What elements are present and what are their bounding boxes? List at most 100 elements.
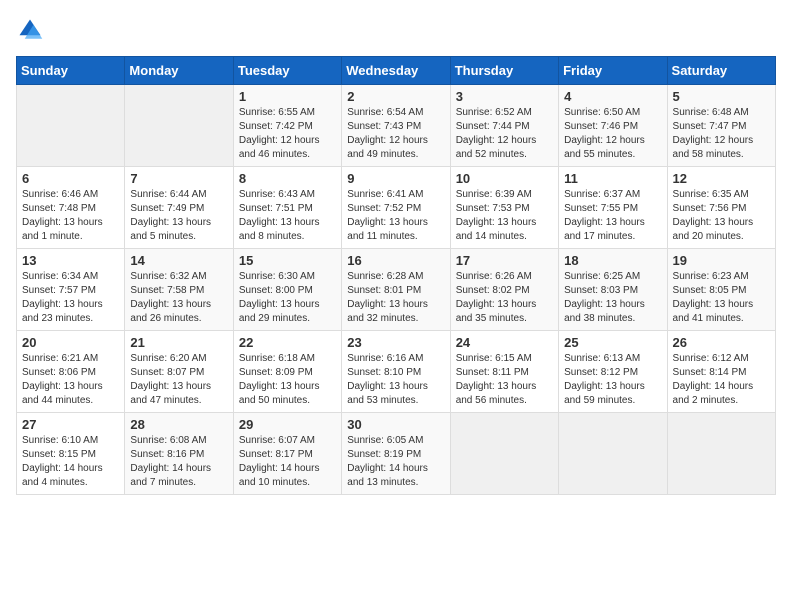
calendar-cell: 13 Sunrise: 6:34 AMSunset: 7:57 PMDayligh… (17, 249, 125, 331)
day-info: Sunrise: 6:26 AMSunset: 8:02 PMDaylight:… (456, 270, 553, 326)
calendar-table: SundayMondayTuesdayWednesdayThursdayFrid… (16, 56, 776, 495)
calendar-cell: 15 Sunrise: 6:30 AMSunset: 8:00 PMDayligh… (233, 249, 341, 331)
day-info: Sunrise: 6:34 AMSunset: 7:57 PMDaylight:… (22, 270, 119, 326)
day-number: 23 (347, 335, 444, 350)
calendar-cell (450, 413, 558, 495)
calendar-cell: 23 Sunrise: 6:16 AMSunset: 8:10 PMDayligh… (342, 331, 450, 413)
day-number: 14 (130, 253, 227, 268)
calendar-cell: 16 Sunrise: 6:28 AMSunset: 8:01 PMDayligh… (342, 249, 450, 331)
day-number: 12 (673, 171, 770, 186)
day-info: Sunrise: 6:21 AMSunset: 8:06 PMDaylight:… (22, 352, 119, 408)
calendar-week-5: 27 Sunrise: 6:10 AMSunset: 8:15 PMDayligh… (17, 413, 776, 495)
day-info: Sunrise: 6:25 AMSunset: 8:03 PMDaylight:… (564, 270, 661, 326)
calendar-cell: 28 Sunrise: 6:08 AMSunset: 8:16 PMDayligh… (125, 413, 233, 495)
day-number: 18 (564, 253, 661, 268)
day-number: 10 (456, 171, 553, 186)
day-number: 2 (347, 89, 444, 104)
calendar-week-1: 1 Sunrise: 6:55 AMSunset: 7:42 PMDaylight… (17, 85, 776, 167)
column-header-monday: Monday (125, 57, 233, 85)
day-info: Sunrise: 6:30 AMSunset: 8:00 PMDaylight:… (239, 270, 336, 326)
column-header-saturday: Saturday (667, 57, 775, 85)
day-info: Sunrise: 6:46 AMSunset: 7:48 PMDaylight:… (22, 188, 119, 244)
day-number: 6 (22, 171, 119, 186)
day-info: Sunrise: 6:08 AMSunset: 8:16 PMDaylight:… (130, 434, 227, 490)
day-info: Sunrise: 6:07 AMSunset: 8:17 PMDaylight:… (239, 434, 336, 490)
day-number: 27 (22, 417, 119, 432)
calendar-cell: 5 Sunrise: 6:48 AMSunset: 7:47 PMDaylight… (667, 85, 775, 167)
calendar-cell: 22Sunrise: 6:18 AMSunset: 8:09 PMDayligh… (233, 331, 341, 413)
day-number: 5 (673, 89, 770, 104)
calendar-cell: 18 Sunrise: 6:25 AMSunset: 8:03 PMDayligh… (559, 249, 667, 331)
calendar-cell: 30 Sunrise: 6:05 AMSunset: 8:19 PMDayligh… (342, 413, 450, 495)
day-info: Sunrise: 6:05 AMSunset: 8:19 PMDaylight:… (347, 434, 444, 490)
day-info: Sunrise: 6:43 AMSunset: 7:51 PMDaylight:… (239, 188, 336, 244)
calendar-cell: 21 Sunrise: 6:20 AMSunset: 8:07 PMDayligh… (125, 331, 233, 413)
calendar-cell: 29 Sunrise: 6:07 AMSunset: 8:17 PMDayligh… (233, 413, 341, 495)
calendar-cell (125, 85, 233, 167)
calendar-cell: 12Sunrise: 6:35 AMSunset: 7:56 PMDayligh… (667, 167, 775, 249)
day-number: 30 (347, 417, 444, 432)
calendar-body: 1 Sunrise: 6:55 AMSunset: 7:42 PMDaylight… (17, 85, 776, 495)
day-number: 24 (456, 335, 553, 350)
calendar-week-2: 6 Sunrise: 6:46 AMSunset: 7:48 PMDaylight… (17, 167, 776, 249)
calendar-cell: 10 Sunrise: 6:39 AMSunset: 7:53 PMDayligh… (450, 167, 558, 249)
column-header-wednesday: Wednesday (342, 57, 450, 85)
calendar-cell: 20 Sunrise: 6:21 AMSunset: 8:06 PMDayligh… (17, 331, 125, 413)
day-number: 19 (673, 253, 770, 268)
day-info: Sunrise: 6:28 AMSunset: 8:01 PMDaylight:… (347, 270, 444, 326)
calendar-cell: 3 Sunrise: 6:52 AMSunset: 7:44 PMDaylight… (450, 85, 558, 167)
column-header-tuesday: Tuesday (233, 57, 341, 85)
calendar-week-4: 20 Sunrise: 6:21 AMSunset: 8:06 PMDayligh… (17, 331, 776, 413)
calendar-cell (17, 85, 125, 167)
calendar-week-3: 13 Sunrise: 6:34 AMSunset: 7:57 PMDayligh… (17, 249, 776, 331)
calendar-cell: 8 Sunrise: 6:43 AMSunset: 7:51 PMDaylight… (233, 167, 341, 249)
day-info: Sunrise: 6:37 AMSunset: 7:55 PMDaylight:… (564, 188, 661, 244)
column-header-thursday: Thursday (450, 57, 558, 85)
column-header-friday: Friday (559, 57, 667, 85)
day-info: Sunrise: 6:55 AMSunset: 7:42 PMDaylight:… (239, 106, 336, 162)
day-number: 21 (130, 335, 227, 350)
logo (16, 16, 48, 44)
day-info: Sunrise: 6:32 AMSunset: 7:58 PMDaylight:… (130, 270, 227, 326)
calendar-cell: 26Sunrise: 6:12 AMSunset: 8:14 PMDayligh… (667, 331, 775, 413)
day-number: 26 (673, 335, 770, 350)
calendar-cell: 25Sunrise: 6:13 AMSunset: 8:12 PMDayligh… (559, 331, 667, 413)
day-info: Sunrise: 6:41 AMSunset: 7:52 PMDaylight:… (347, 188, 444, 244)
day-number: 28 (130, 417, 227, 432)
day-info: Sunrise: 6:48 AMSunset: 7:47 PMDaylight:… (673, 106, 770, 162)
day-number: 22 (239, 335, 336, 350)
day-number: 7 (130, 171, 227, 186)
calendar-cell: 19 Sunrise: 6:23 AMSunset: 8:05 PMDayligh… (667, 249, 775, 331)
day-number: 29 (239, 417, 336, 432)
day-number: 17 (456, 253, 553, 268)
calendar-cell: 27 Sunrise: 6:10 AMSunset: 8:15 PMDayligh… (17, 413, 125, 495)
day-info: Sunrise: 6:23 AMSunset: 8:05 PMDaylight:… (673, 270, 770, 326)
calendar-cell: 2 Sunrise: 6:54 AMSunset: 7:43 PMDaylight… (342, 85, 450, 167)
day-number: 20 (22, 335, 119, 350)
day-info: Sunrise: 6:16 AMSunset: 8:10 PMDaylight:… (347, 352, 444, 408)
calendar-cell (667, 413, 775, 495)
calendar-header: SundayMondayTuesdayWednesdayThursdayFrid… (17, 57, 776, 85)
calendar-cell: 11 Sunrise: 6:37 AMSunset: 7:55 PMDayligh… (559, 167, 667, 249)
day-info: Sunrise: 6:39 AMSunset: 7:53 PMDaylight:… (456, 188, 553, 244)
day-number: 16 (347, 253, 444, 268)
day-number: 1 (239, 89, 336, 104)
day-number: 15 (239, 253, 336, 268)
day-number: 11 (564, 171, 661, 186)
day-info: Sunrise: 6:50 AMSunset: 7:46 PMDaylight:… (564, 106, 661, 162)
day-info: Sunrise: 6:52 AMSunset: 7:44 PMDaylight:… (456, 106, 553, 162)
day-info: Sunrise: 6:13 AMSunset: 8:12 PMDaylight:… (564, 352, 661, 408)
day-number: 13 (22, 253, 119, 268)
day-number: 3 (456, 89, 553, 104)
day-info: Sunrise: 6:20 AMSunset: 8:07 PMDaylight:… (130, 352, 227, 408)
day-number: 9 (347, 171, 444, 186)
day-info: Sunrise: 6:10 AMSunset: 8:15 PMDaylight:… (22, 434, 119, 490)
day-number: 8 (239, 171, 336, 186)
calendar-cell: 7Sunrise: 6:44 AMSunset: 7:49 PMDaylight… (125, 167, 233, 249)
calendar-cell: 1 Sunrise: 6:55 AMSunset: 7:42 PMDaylight… (233, 85, 341, 167)
calendar-cell: 14 Sunrise: 6:32 AMSunset: 7:58 PMDayligh… (125, 249, 233, 331)
calendar-cell: 24Sunrise: 6:15 AMSunset: 8:11 PMDayligh… (450, 331, 558, 413)
day-info: Sunrise: 6:54 AMSunset: 7:43 PMDaylight:… (347, 106, 444, 162)
page-header (16, 16, 776, 44)
logo-icon (16, 16, 44, 44)
